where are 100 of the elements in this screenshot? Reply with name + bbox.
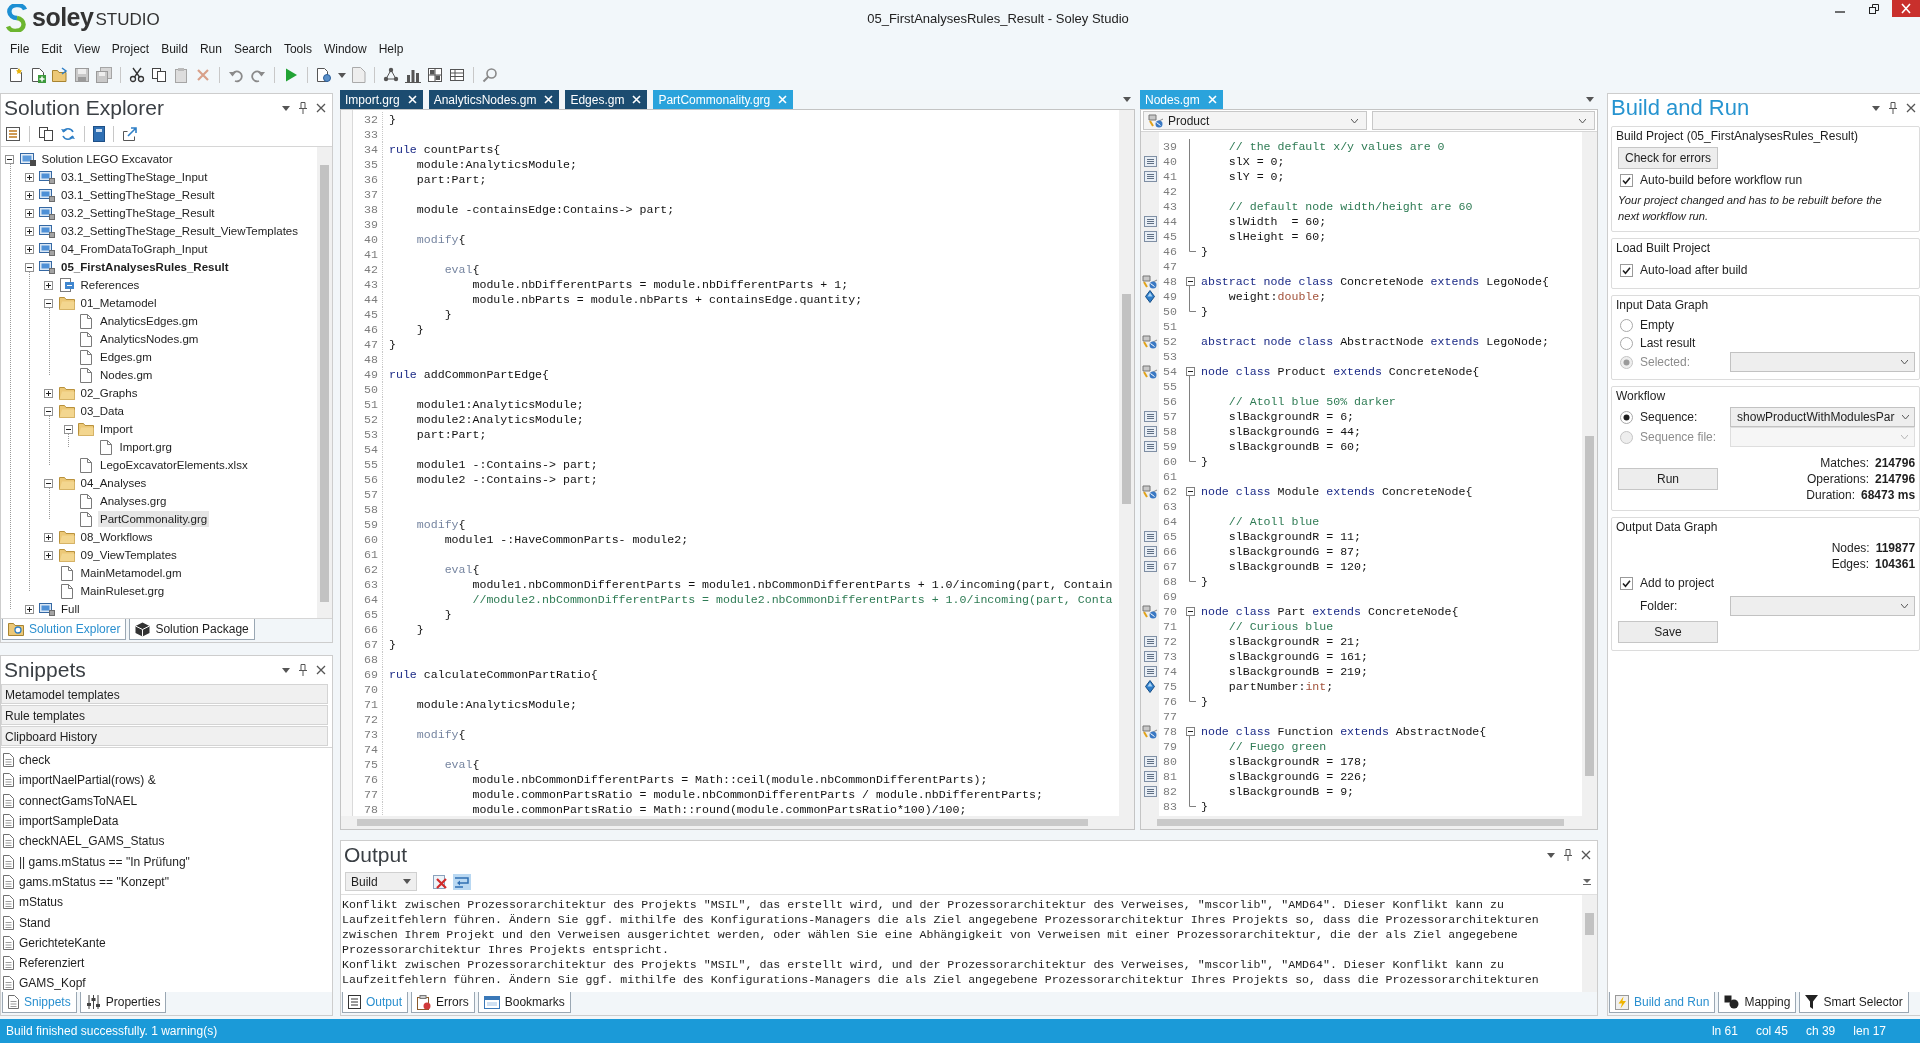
menu-item[interactable]: Search — [227, 40, 278, 58]
close-icon[interactable] — [1581, 850, 1591, 860]
menu-item[interactable]: Edit — [35, 40, 69, 58]
checkbox[interactable] — [1620, 173, 1633, 187]
radio-button[interactable] — [1620, 410, 1633, 424]
tree-item[interactable]: 03.1_SettingTheStage_Input — [59, 169, 210, 185]
snippet-item[interactable]: importSampleData — [19, 814, 119, 829]
expand-icon[interactable] — [24, 190, 34, 200]
tree-item[interactable]: Import.grg — [117, 439, 174, 455]
tree-item[interactable]: AnalyticsNodes.gm — [98, 331, 201, 347]
expand-icon[interactable] — [24, 172, 34, 182]
copy-icon[interactable] — [38, 126, 54, 142]
snippet-item[interactable]: GerichteteKante — [19, 935, 106, 950]
caret-icon[interactable] — [282, 667, 290, 673]
open-folder-icon[interactable] — [52, 67, 68, 83]
tree-item[interactable]: 04_Analyses — [78, 475, 149, 491]
close-icon[interactable] — [316, 665, 326, 675]
check-errors-button[interactable]: Check for errors — [1618, 147, 1718, 169]
close-icon[interactable] — [316, 103, 326, 113]
pin-icon[interactable] — [1564, 849, 1572, 861]
restore-icon[interactable] — [1868, 3, 1880, 15]
pin-icon[interactable] — [299, 102, 307, 114]
dropdown[interactable]: Product — [1143, 111, 1367, 130]
copy-icon[interactable] — [151, 67, 167, 83]
dropdown[interactable]: Build — [345, 872, 417, 891]
snippet-item[interactable]: Referenziert — [19, 956, 85, 971]
expand-icon[interactable] — [24, 604, 34, 614]
expand-icon[interactable] — [24, 226, 34, 236]
snippet-item[interactable]: gams.mStatus == "Konzept" — [19, 874, 169, 889]
collapse-icon[interactable] — [24, 262, 34, 272]
tree-item[interactable]: LegoExcavatorElements.xlsx — [98, 457, 250, 473]
arrow-down-icon[interactable] — [1583, 877, 1591, 886]
tree-item[interactable]: References — [78, 277, 142, 293]
menu-item[interactable]: View — [68, 40, 106, 58]
collapse-icon[interactable] — [1185, 727, 1195, 736]
search-icon[interactable] — [482, 67, 498, 83]
menu-item[interactable]: File — [4, 40, 36, 58]
collapse-icon[interactable] — [44, 478, 53, 488]
snippet-item[interactable]: connectGamsToNAEL — [19, 793, 138, 808]
tab[interactable]: Solution Package — [129, 619, 255, 640]
scrollbar[interactable] — [341, 816, 1134, 829]
menu-item[interactable]: Help — [372, 40, 410, 58]
caret-icon[interactable] — [1872, 105, 1881, 111]
tree-item[interactable]: Import — [98, 421, 135, 437]
add-file-icon[interactable] — [30, 67, 46, 83]
new-file-icon[interactable] — [8, 67, 24, 83]
redo-icon[interactable] — [250, 67, 266, 83]
category-header[interactable]: Rule templates — [1, 705, 328, 725]
tree-item[interactable]: PartCommonality.grg — [98, 511, 210, 527]
export-icon[interactable] — [122, 126, 138, 142]
collapse-icon[interactable] — [1185, 487, 1195, 496]
tab[interactable]: Solution Explorer — [2, 619, 127, 640]
play-icon[interactable] — [283, 67, 299, 83]
tab[interactable]: Build and Run — [1609, 992, 1716, 1013]
expand-icon[interactable] — [44, 388, 53, 398]
tree-item[interactable]: Analyses.grg — [98, 493, 169, 509]
wrap-icon[interactable] — [453, 873, 471, 890]
collapse-icon[interactable] — [44, 298, 53, 308]
clipboard-icon[interactable] — [173, 67, 189, 83]
snippet-item[interactable]: check — [19, 753, 51, 768]
editor-tab[interactable]: Import.grg — [340, 90, 423, 109]
collapse-icon[interactable] — [63, 424, 73, 434]
collapse-icon[interactable] — [1185, 277, 1195, 286]
tree-item[interactable]: 02_Graphs — [78, 385, 140, 401]
caret-icon[interactable] — [1123, 97, 1131, 102]
editor-tab[interactable]: AnalyticsNodes.gm — [428, 90, 560, 109]
caret-icon[interactable] — [338, 72, 346, 78]
scrollbar[interactable] — [1582, 895, 1597, 992]
document-icon[interactable] — [316, 67, 332, 83]
save-button[interactable]: Save — [1618, 621, 1718, 643]
tab[interactable]: Mapping — [1718, 992, 1797, 1013]
snippet-item[interactable]: importNaelPartial(rows) & — [19, 773, 156, 788]
scrollbar[interactable] — [1582, 132, 1597, 816]
graph-icon[interactable] — [383, 67, 399, 83]
scrollbar[interactable] — [1141, 816, 1597, 829]
tree-item[interactable]: 05_FirstAnalysesRules_Result — [59, 259, 231, 275]
caret-icon[interactable] — [1547, 852, 1555, 858]
undo-icon[interactable] — [228, 67, 244, 83]
radio-button[interactable] — [1620, 318, 1633, 332]
tree-item[interactable]: Edges.gm — [98, 349, 154, 365]
refresh-icon[interactable] — [60, 126, 76, 142]
collapse-icon[interactable] — [5, 154, 14, 164]
tree-item[interactable]: 04_FromDataToGraph_Input — [59, 241, 210, 257]
grid-icon[interactable] — [427, 67, 443, 83]
tree-item[interactable]: Nodes.gm — [98, 367, 155, 383]
expand-icon[interactable] — [24, 208, 34, 218]
clear-icon[interactable] — [432, 873, 448, 890]
category-header[interactable]: Clipboard History — [1, 726, 328, 746]
tree-item[interactable]: 03.1_SettingTheStage_Result — [59, 187, 217, 203]
dropdown[interactable]: showProductWithModulesPar — [1730, 407, 1916, 427]
checkbox[interactable] — [1620, 263, 1633, 277]
collapse-icon[interactable] — [1185, 607, 1195, 616]
bar-chart-icon[interactable] — [405, 67, 421, 83]
snippet-item[interactable]: Stand — [19, 915, 51, 930]
save-icon[interactable] — [74, 67, 90, 83]
properties-icon[interactable] — [5, 126, 21, 142]
run-button[interactable]: Run — [1618, 468, 1718, 490]
radio-button[interactable] — [1620, 336, 1633, 350]
snippet-item[interactable]: GAMS_Kopf — [19, 976, 86, 991]
tab[interactable]: Properties — [79, 992, 167, 1013]
